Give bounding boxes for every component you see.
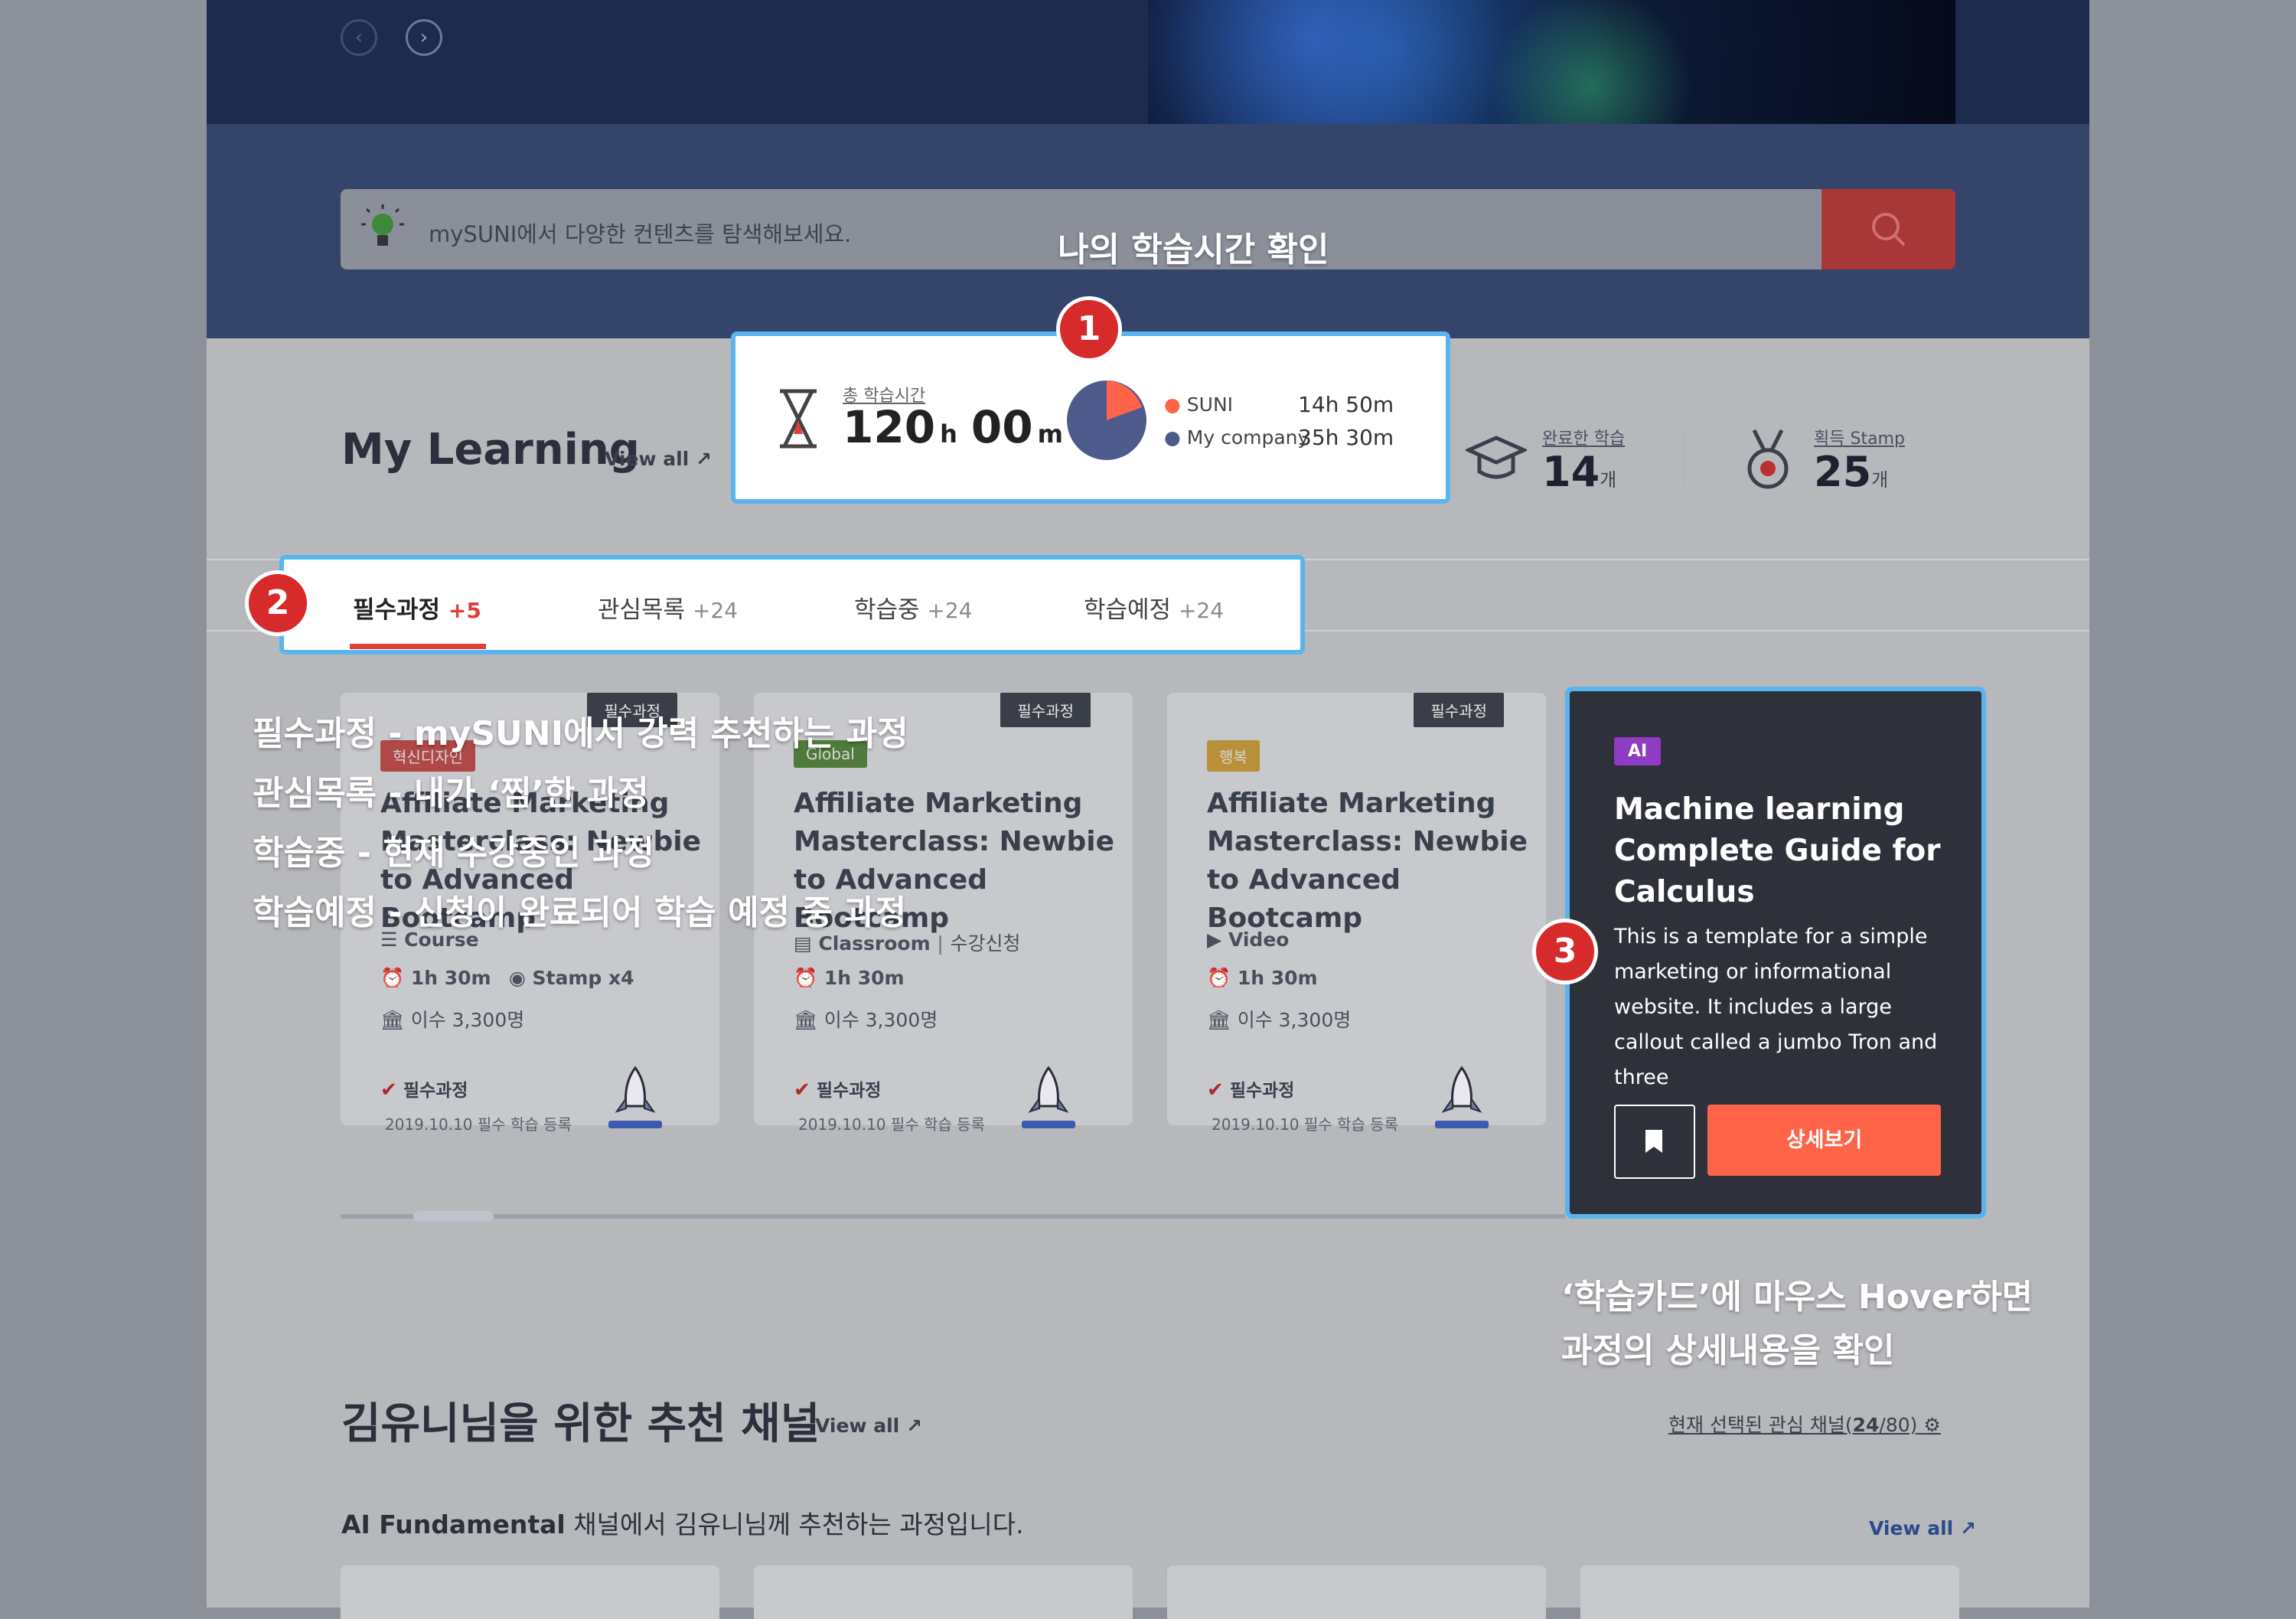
completed-count: 14개 [1542, 448, 1617, 496]
video-icon: ▶ [1207, 929, 1222, 951]
annotation-tab-note: 관심목록 - 내가 ‘찜’한 과정 [253, 774, 649, 813]
annotation-tab-note: 학습중 - 현재 수강중인 과정 [253, 834, 654, 873]
card-category-chip: 행복 [1207, 740, 1260, 772]
stamp-label[interactable]: 획득 Stamp [1814, 425, 1905, 449]
channel-view-all[interactable]: View all ↗ [1869, 1517, 1976, 1539]
tab-scheduled[interactable]: 학습예정 +24 [1084, 590, 1224, 625]
annotation-badge-3: 3 [1532, 919, 1598, 984]
bookmark-button[interactable] [1614, 1105, 1695, 1179]
tab-in-progress[interactable]: 학습중 +24 [854, 590, 973, 625]
channel-card[interactable] [1167, 1565, 1546, 1619]
chevron-left-icon[interactable]: ‹ [341, 19, 377, 56]
card-students: 🏛 이수 3,300명 [380, 1009, 525, 1031]
card-students: 🏛 이수 3,300명 [794, 1009, 938, 1031]
completed-label[interactable]: 완료한 학습 [1542, 425, 1625, 449]
medal-icon [1747, 429, 1789, 489]
card-stamp: ◉ Stamp x4 [509, 967, 634, 989]
alarm-clock-icon: ⏰ [794, 967, 818, 989]
building-icon: 🏛 [1207, 1009, 1231, 1031]
annotation-time-note: 나의 학습시간 확인 [1058, 230, 1329, 269]
card-tag: 필수과정 [1000, 693, 1091, 727]
stamp-count: 25개 [1814, 448, 1889, 496]
search-button[interactable] [1821, 189, 1955, 269]
card-type: ▶ Video [1207, 929, 1290, 951]
graduation-cap-icon [1466, 436, 1527, 479]
annotation-badge-1: 1 [1056, 296, 1122, 362]
alarm-clock-icon: ⏰ [380, 967, 405, 989]
rocket-icon [608, 1066, 662, 1128]
annotation-tab-note: 학습예정 - 신청이 완료되어 학습 예정 중 과정 [253, 893, 907, 932]
card-title: Affiliate Marketing Masterclass: Newbie … [1207, 788, 1528, 934]
annotation-tab-note: 필수과정 - mySUNI에서 강력 추천하는 과정 [253, 714, 908, 753]
card-students: 🏛 이수 3,300명 [1207, 1009, 1352, 1031]
card-duration: ⏰ 1h 30m [1207, 967, 1318, 989]
recommend-title: 김유니님을 위한 추천 채널 [341, 1399, 820, 1449]
annotation-badge-2: 2 [245, 570, 311, 636]
lightbulb-icon [361, 204, 404, 246]
course-card[interactable]: 필수과정 행복 Affiliate Marketing Masterclass:… [1167, 693, 1546, 1134]
course-card-hover[interactable]: AI Machine learning Complete Guide for C… [1565, 687, 1986, 1219]
check-icon: ✔ [380, 1079, 397, 1102]
search-icon [1872, 213, 1906, 246]
card-duration: ⏰ 1h 30m [380, 967, 491, 989]
building-icon: 🏛 [794, 1009, 818, 1031]
card-category-chip: AI [1614, 737, 1662, 765]
card-date: 2019.10.10 필수 학습 등록 [798, 1115, 985, 1134]
tab-required[interactable]: 필수과정 +5 [353, 590, 481, 625]
building-icon: 🏛 [380, 1009, 405, 1031]
carousel-scroll-thumb[interactable] [413, 1211, 494, 1222]
carousel-scrollbar[interactable] [341, 1214, 1565, 1219]
recommend-subtitle: AI Fundamental 채널에서 김유니님께 추천하는 과정입니다. [341, 1510, 1024, 1539]
channel-card[interactable] [754, 1565, 1133, 1619]
alarm-clock-icon: ⏰ [1207, 967, 1231, 989]
legend-suni: ● SUNI [1164, 393, 1234, 416]
card-date: 2019.10.10 필수 학습 등록 [385, 1115, 572, 1134]
my-learning-title: My Learning [341, 425, 640, 475]
search-placeholder: mySUNI에서 다양한 컨텐츠를 탐색해보세요. [429, 221, 852, 247]
hover-card-title: Machine learning Complete Guide for Calc… [1614, 792, 1941, 909]
card-required: ✔ 필수과정 [380, 1079, 468, 1102]
check-icon: ✔ [794, 1079, 810, 1102]
chevron-right-icon[interactable]: › [406, 19, 442, 56]
channel-card[interactable] [1580, 1565, 1959, 1619]
check-icon: ✔ [1207, 1079, 1224, 1102]
selected-channels-link[interactable]: 현재 선택된 관심 채널(24/80) ⚙ [1668, 1410, 1941, 1438]
learning-tabs: 필수과정 +5 관심목록 +24 학습중 +24 학습예정 +24 [279, 555, 1305, 654]
annotation-hover-note: ‘학습카드’에 마우스 Hover하면 [1561, 1278, 2033, 1317]
hourglass-icon [780, 389, 817, 449]
channel-card[interactable] [341, 1565, 719, 1619]
detail-button[interactable]: 상세보기 [1707, 1105, 1941, 1176]
bookmark-icon [1645, 1130, 1662, 1153]
annotation-hover-note: 과정의 상세내용을 확인 [1561, 1331, 1895, 1370]
active-tab-indicator [350, 644, 486, 649]
rocket-icon [1022, 1066, 1075, 1128]
total-time-value: 120 h 00 m [843, 401, 1063, 453]
card-required: ✔ 필수과정 [794, 1079, 882, 1102]
rocket-icon [1435, 1066, 1489, 1128]
gear-icon: ⚙ [1923, 1414, 1941, 1436]
suni-time: 14h 50m [1298, 392, 1394, 417]
card-tag: 필수과정 [1414, 693, 1504, 727]
classroom-icon: ▤ [794, 932, 812, 955]
stamp-icon: ◉ [509, 967, 526, 989]
card-required: ✔ 필수과정 [1207, 1079, 1295, 1102]
time-share-pie-chart [1067, 380, 1146, 460]
legend-my-company: ● My company [1164, 426, 1309, 449]
card-date: 2019.10.10 필수 학습 등록 [1212, 1115, 1398, 1134]
recommend-view-all[interactable]: View all ↗ [815, 1415, 922, 1437]
stat-divider [1684, 432, 1685, 486]
hero-image [1148, 0, 1955, 124]
my-learning-view-all[interactable]: View all ↗ [605, 448, 712, 470]
card-duration: ⏰ 1h 30m [794, 967, 905, 989]
my-company-time: 35h 30m [1298, 425, 1394, 450]
tab-wishlist[interactable]: 관심목록 +24 [598, 590, 738, 625]
hover-card-description: This is a template for a simple marketin… [1614, 925, 1938, 1089]
